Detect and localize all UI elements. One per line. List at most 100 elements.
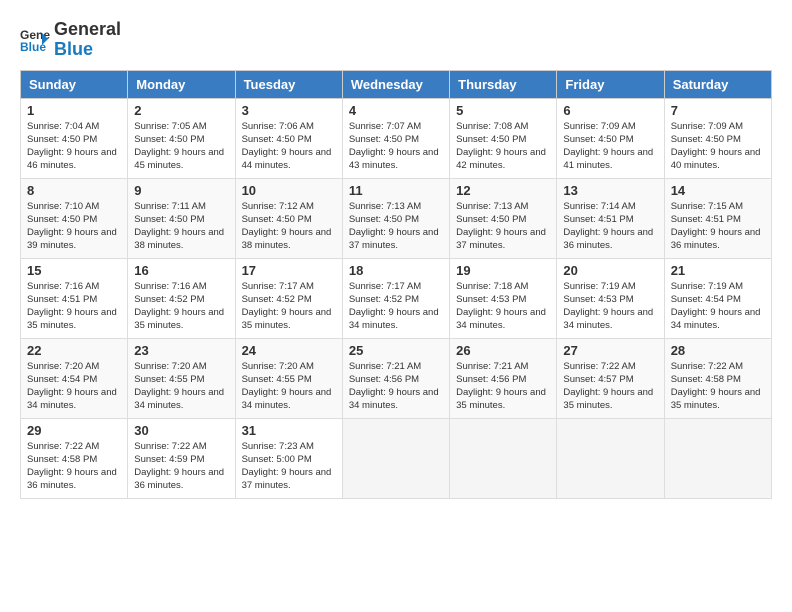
day-info: Sunrise: 7:22 AM Sunset: 4:58 PM Dayligh… [27,440,121,493]
calendar-day-cell: 14 Sunrise: 7:15 AM Sunset: 4:51 PM Dayl… [664,178,771,258]
calendar-day-cell: 29 Sunrise: 7:22 AM Sunset: 4:58 PM Dayl… [21,418,128,498]
day-number: 29 [27,423,121,438]
calendar-day-cell: 2 Sunrise: 7:05 AM Sunset: 4:50 PM Dayli… [128,98,235,178]
daylight: Daylight: 9 hours and 34 minutes. [349,387,439,411]
sunset: Sunset: 4:52 PM [134,294,204,305]
daylight: Daylight: 9 hours and 43 minutes. [349,147,439,171]
day-number: 14 [671,183,765,198]
day-number: 27 [563,343,657,358]
sunset: Sunset: 4:58 PM [671,374,741,385]
sunrise: Sunrise: 7:16 AM [134,281,206,292]
calendar-day-cell [664,418,771,498]
sunrise: Sunrise: 7:22 AM [563,361,635,372]
sunrise: Sunrise: 7:09 AM [671,121,743,132]
day-number: 22 [27,343,121,358]
sunset: Sunset: 4:52 PM [349,294,419,305]
day-info: Sunrise: 7:13 AM Sunset: 4:50 PM Dayligh… [456,200,550,253]
daylight: Daylight: 9 hours and 34 minutes. [242,387,332,411]
sunrise: Sunrise: 7:23 AM [242,441,314,452]
calendar-day-cell: 26 Sunrise: 7:21 AM Sunset: 4:56 PM Dayl… [450,338,557,418]
day-number: 30 [134,423,228,438]
day-info: Sunrise: 7:04 AM Sunset: 4:50 PM Dayligh… [27,120,121,173]
daylight: Daylight: 9 hours and 34 minutes. [563,307,653,331]
daylight: Daylight: 9 hours and 39 minutes. [27,227,117,251]
calendar-day-cell: 5 Sunrise: 7:08 AM Sunset: 4:50 PM Dayli… [450,98,557,178]
day-number: 11 [349,183,443,198]
day-number: 19 [456,263,550,278]
logo-text: General Blue [54,20,121,60]
weekday-header-thursday: Thursday [450,70,557,98]
calendar-day-cell: 20 Sunrise: 7:19 AM Sunset: 4:53 PM Dayl… [557,258,664,338]
weekday-header-friday: Friday [557,70,664,98]
calendar-day-cell: 10 Sunrise: 7:12 AM Sunset: 4:50 PM Dayl… [235,178,342,258]
daylight: Daylight: 9 hours and 37 minutes. [349,227,439,251]
daylight: Daylight: 9 hours and 37 minutes. [242,467,332,491]
day-number: 17 [242,263,336,278]
day-number: 1 [27,103,121,118]
sunset: Sunset: 4:55 PM [134,374,204,385]
calendar-week-row: 22 Sunrise: 7:20 AM Sunset: 4:54 PM Dayl… [21,338,772,418]
weekday-header-sunday: Sunday [21,70,128,98]
calendar-day-cell: 15 Sunrise: 7:16 AM Sunset: 4:51 PM Dayl… [21,258,128,338]
calendar-day-cell: 17 Sunrise: 7:17 AM Sunset: 4:52 PM Dayl… [235,258,342,338]
sunrise: Sunrise: 7:17 AM [349,281,421,292]
weekday-header-row: SundayMondayTuesdayWednesdayThursdayFrid… [21,70,772,98]
calendar-day-cell: 11 Sunrise: 7:13 AM Sunset: 4:50 PM Dayl… [342,178,449,258]
day-info: Sunrise: 7:09 AM Sunset: 4:50 PM Dayligh… [563,120,657,173]
sunset: Sunset: 4:50 PM [349,134,419,145]
sunrise: Sunrise: 7:07 AM [349,121,421,132]
calendar-day-cell: 4 Sunrise: 7:07 AM Sunset: 4:50 PM Dayli… [342,98,449,178]
sunrise: Sunrise: 7:20 AM [27,361,99,372]
sunset: Sunset: 4:50 PM [134,134,204,145]
calendar-day-cell: 31 Sunrise: 7:23 AM Sunset: 5:00 PM Dayl… [235,418,342,498]
weekday-header-tuesday: Tuesday [235,70,342,98]
day-info: Sunrise: 7:16 AM Sunset: 4:52 PM Dayligh… [134,280,228,333]
daylight: Daylight: 9 hours and 45 minutes. [134,147,224,171]
calendar-day-cell: 3 Sunrise: 7:06 AM Sunset: 4:50 PM Dayli… [235,98,342,178]
daylight: Daylight: 9 hours and 35 minutes. [27,307,117,331]
sunrise: Sunrise: 7:20 AM [242,361,314,372]
sunset: Sunset: 4:51 PM [563,214,633,225]
day-number: 23 [134,343,228,358]
sunset: Sunset: 4:56 PM [456,374,526,385]
sunset: Sunset: 4:54 PM [27,374,97,385]
sunrise: Sunrise: 7:22 AM [27,441,99,452]
calendar-day-cell: 12 Sunrise: 7:13 AM Sunset: 4:50 PM Dayl… [450,178,557,258]
daylight: Daylight: 9 hours and 38 minutes. [242,227,332,251]
sunset: Sunset: 4:50 PM [456,134,526,145]
day-number: 21 [671,263,765,278]
calendar-day-cell: 8 Sunrise: 7:10 AM Sunset: 4:50 PM Dayli… [21,178,128,258]
day-number: 28 [671,343,765,358]
day-info: Sunrise: 7:16 AM Sunset: 4:51 PM Dayligh… [27,280,121,333]
logo: General Blue General Blue [20,20,121,60]
calendar-day-cell [557,418,664,498]
sunrise: Sunrise: 7:19 AM [563,281,635,292]
weekday-header-monday: Monday [128,70,235,98]
sunset: Sunset: 4:58 PM [27,454,97,465]
daylight: Daylight: 9 hours and 38 minutes. [134,227,224,251]
daylight: Daylight: 9 hours and 36 minutes. [563,227,653,251]
day-info: Sunrise: 7:19 AM Sunset: 4:54 PM Dayligh… [671,280,765,333]
daylight: Daylight: 9 hours and 36 minutes. [134,467,224,491]
sunset: Sunset: 4:50 PM [671,134,741,145]
header: General Blue General Blue [20,20,772,60]
sunset: Sunset: 4:52 PM [242,294,312,305]
sunrise: Sunrise: 7:20 AM [134,361,206,372]
daylight: Daylight: 9 hours and 37 minutes. [456,227,546,251]
day-number: 31 [242,423,336,438]
sunrise: Sunrise: 7:17 AM [242,281,314,292]
calendar-week-row: 1 Sunrise: 7:04 AM Sunset: 4:50 PM Dayli… [21,98,772,178]
sunrise: Sunrise: 7:12 AM [242,201,314,212]
calendar-day-cell: 1 Sunrise: 7:04 AM Sunset: 4:50 PM Dayli… [21,98,128,178]
sunrise: Sunrise: 7:19 AM [671,281,743,292]
day-info: Sunrise: 7:20 AM Sunset: 4:55 PM Dayligh… [242,360,336,413]
day-number: 5 [456,103,550,118]
day-info: Sunrise: 7:13 AM Sunset: 4:50 PM Dayligh… [349,200,443,253]
day-number: 26 [456,343,550,358]
day-number: 18 [349,263,443,278]
sunrise: Sunrise: 7:13 AM [349,201,421,212]
daylight: Daylight: 9 hours and 35 minutes. [456,387,546,411]
sunrise: Sunrise: 7:21 AM [456,361,528,372]
sunrise: Sunrise: 7:22 AM [134,441,206,452]
calendar-day-cell: 23 Sunrise: 7:20 AM Sunset: 4:55 PM Dayl… [128,338,235,418]
